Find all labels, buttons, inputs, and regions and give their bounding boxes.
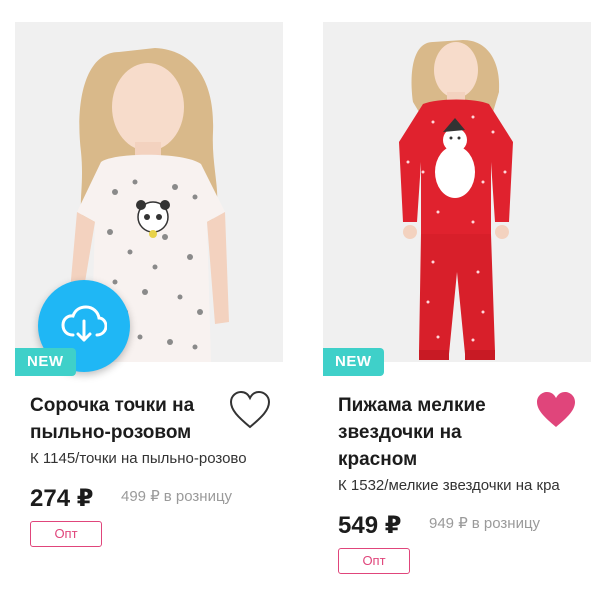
heart-outline-icon	[229, 390, 271, 429]
product-title-line: Пижама мелкие	[338, 395, 486, 416]
heart-filled-icon	[537, 392, 575, 427]
product-title[interactable]: Пижама мелкие звездочки на красном	[338, 392, 538, 473]
retail-price-value: 499 ₽	[121, 488, 160, 505]
product-image[interactable]	[323, 22, 591, 362]
product-sku: К 1532/мелкие звездочки на кра	[338, 477, 560, 494]
retail-price: 499 ₽ в розницу	[121, 487, 232, 505]
favorite-button[interactable]	[228, 390, 272, 430]
product-card[interactable]: NEW Сорочка точки на пыльно-розовом К 11…	[15, 0, 285, 600]
new-badge: NEW	[15, 348, 76, 376]
product-title-line: красном	[338, 449, 418, 470]
retail-price-label: в розницу	[471, 515, 541, 532]
product-title-line: пыльно-розовом	[30, 422, 192, 443]
wholesale-button[interactable]: Опт	[30, 521, 102, 547]
product-title-line: Сорочка точки на	[30, 395, 195, 416]
product-title-line: звездочки на	[338, 422, 462, 443]
favorite-button[interactable]	[534, 390, 578, 430]
wholesale-price: 549 ₽	[338, 512, 402, 539]
product-sku: К 1145/точки на пыльно-розово	[30, 450, 247, 467]
new-badge: NEW	[323, 348, 384, 376]
retail-price-label: в розницу	[163, 488, 233, 505]
wholesale-button[interactable]: Опт	[338, 548, 410, 574]
retail-price-value: 949 ₽	[429, 515, 468, 532]
cloud-upload-icon	[61, 304, 108, 348]
retail-price: 949 ₽ в розницу	[429, 514, 540, 532]
wholesale-price: 274 ₽	[30, 485, 94, 512]
product-card[interactable]: NEW Пижама мелкие звездочки на красном К…	[323, 0, 613, 600]
product-title[interactable]: Сорочка точки на пыльно-розовом	[30, 392, 230, 446]
